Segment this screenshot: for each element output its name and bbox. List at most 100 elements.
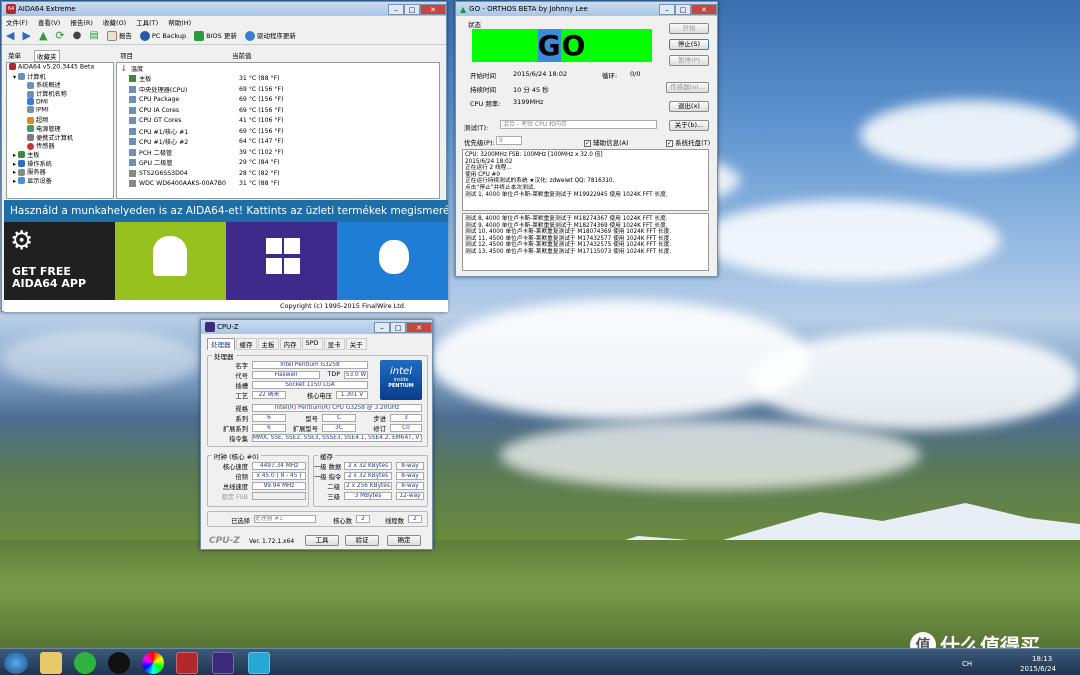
- ad-panel-app[interactable]: ⚙ GET FREE AIDA64 APP: [4, 222, 115, 300]
- tree-item[interactable]: 便携式计算机: [7, 133, 113, 142]
- column-item[interactable]: 项目: [120, 50, 133, 60]
- language-indicator[interactable]: CH: [962, 660, 972, 668]
- menu-report[interactable]: 报告(R): [70, 17, 93, 27]
- selection-bar: 已选择 处理器 #1 核心数 2 线程数 2: [207, 511, 428, 527]
- maximize-button[interactable]: □: [390, 321, 406, 333]
- promo-banner[interactable]: Használd a munkahelyeden is az AIDA64-et…: [4, 200, 448, 222]
- tree-item[interactable]: ▸ 主板: [7, 150, 113, 159]
- stop-button[interactable]: 停止(S): [669, 39, 709, 50]
- menu-tools[interactable]: 工具(T): [136, 17, 158, 27]
- clock-date[interactable]: 2015/6/24: [1020, 665, 1056, 673]
- promo-ads[interactable]: ⚙ GET FREE AIDA64 APP: [4, 222, 448, 300]
- up-arrow-icon[interactable]: ▲: [39, 29, 47, 42]
- report-button[interactable]: 报告: [106, 30, 132, 41]
- sensor-row[interactable]: STS2G6SS3D04 28 °C (82 °F): [117, 168, 439, 179]
- menu-view[interactable]: 查看(V): [38, 17, 61, 27]
- menu-file[interactable]: 文件(F): [6, 17, 28, 27]
- clock-time[interactable]: 18:13: [1032, 655, 1052, 663]
- tree-item[interactable]: ▸ 显示设备: [7, 176, 113, 185]
- user-icon[interactable]: ●: [73, 30, 82, 41]
- sensor-row[interactable]: WDC WD6400AAKS-00A7B0 31 °C (88 °F): [117, 179, 439, 190]
- test-select[interactable]: 混合 - 考验 CPU 和内存: [500, 120, 657, 129]
- close-button[interactable]: ✕: [691, 3, 717, 15]
- exit-button[interactable]: 退出(x): [669, 101, 709, 112]
- minimize-button[interactable]: –: [388, 3, 404, 15]
- tools-button[interactable]: 工具: [305, 535, 339, 546]
- tab-favorites[interactable]: 收藏夹: [34, 50, 60, 62]
- tab-menu[interactable]: 菜单: [8, 50, 21, 60]
- bios-update-button[interactable]: BIOS 更新: [194, 30, 237, 41]
- tree-item[interactable]: DMI: [7, 97, 113, 107]
- ad-panel-windows[interactable]: [226, 222, 337, 300]
- close-button[interactable]: ✕: [420, 3, 446, 15]
- tab-processor[interactable]: 处理器: [207, 338, 235, 350]
- sensor-row[interactable]: CPU #1/核心 #2 64 °C (147 °F): [117, 137, 439, 148]
- tree-item[interactable]: 超频: [7, 115, 113, 124]
- sensor-row[interactable]: 主板 31 °C (88 °F): [117, 74, 439, 85]
- tree-item[interactable]: 电源管理: [7, 124, 113, 133]
- close-button[interactable]: ✕: [406, 321, 432, 333]
- tree-item[interactable]: IPMI: [7, 106, 113, 115]
- maximize-button[interactable]: □: [404, 3, 420, 15]
- explorer-icon[interactable]: [40, 652, 62, 674]
- sensor-row[interactable]: CPU Package 69 °C (156 °F): [117, 95, 439, 106]
- tab-mainboard[interactable]: 主板: [257, 338, 279, 350]
- back-arrow-icon[interactable]: ◀: [6, 29, 14, 42]
- orthos-taskbar-icon[interactable]: [248, 652, 270, 674]
- about-button[interactable]: 关于(b)...: [669, 120, 709, 131]
- menu-help[interactable]: 帮助(H): [168, 17, 191, 27]
- pause-button[interactable]: 暂停(P): [669, 55, 709, 66]
- tab-about[interactable]: 关于: [345, 338, 367, 350]
- cpuz-taskbar-icon[interactable]: [212, 652, 234, 674]
- tree-item[interactable]: AIDA64 v5.20.3445 Beta: [7, 63, 113, 72]
- wechat-icon[interactable]: [74, 652, 96, 674]
- sensor-row[interactable]: PCH 二极管 39 °C (102 °F): [117, 147, 439, 158]
- minimize-button[interactable]: –: [374, 321, 390, 333]
- tree-item[interactable]: 传感器: [7, 141, 113, 150]
- forward-arrow-icon[interactable]: ▶: [22, 29, 30, 42]
- aux-info-checkbox[interactable]: ✓ 辅助信息(A): [584, 137, 629, 147]
- orthos-titlebar[interactable]: ▲ GO - ORTHOS BETA by Johnny Lee – □ ✕: [456, 2, 717, 16]
- start-button[interactable]: 开始: [669, 23, 709, 34]
- refresh-icon[interactable]: ⟳: [55, 29, 64, 42]
- priority-select[interactable]: 9: [496, 136, 522, 145]
- tree-item[interactable]: ▸ 操作系统: [7, 159, 113, 168]
- ok-button[interactable]: 确定: [387, 535, 421, 546]
- menu-favorites[interactable]: 收藏(O): [103, 17, 126, 27]
- sensor-row[interactable]: CPU #1/核心 #1 69 °C (156 °F): [117, 126, 439, 137]
- sensor-row[interactable]: CPU IA Cores 69 °C (156 °F): [117, 105, 439, 116]
- tab-cache[interactable]: 缓存: [235, 338, 257, 350]
- ad-panel-android[interactable]: [115, 222, 226, 300]
- column-value[interactable]: 当前值: [232, 50, 252, 60]
- tab-spd[interactable]: SPD: [301, 338, 323, 350]
- pc-backup-button[interactable]: PC Backup: [139, 30, 186, 41]
- cores-label: 核心数: [333, 518, 352, 525]
- aida64-taskbar-icon[interactable]: [176, 652, 198, 674]
- tab-memory[interactable]: 内存: [279, 338, 301, 350]
- validate-button[interactable]: 验证: [345, 535, 379, 546]
- log-panel-tests[interactable]: 测试 8, 4000 单位卢卡斯-莱默重复测试于 M18274367 使用 10…: [462, 213, 709, 271]
- tree-item[interactable]: 计算机名称: [7, 89, 113, 98]
- ad-panel-apple[interactable]: [337, 222, 448, 300]
- minimize-button[interactable]: –: [659, 3, 675, 15]
- cpuz-titlebar[interactable]: CPU-Z – □ ✕: [201, 320, 432, 334]
- qq-icon[interactable]: [108, 652, 130, 674]
- tree-item[interactable]: 系统概述: [7, 80, 113, 89]
- start-button[interactable]: [4, 652, 28, 674]
- sensors-button[interactable]: 传感器(e)...: [666, 82, 709, 93]
- color-app-icon[interactable]: [142, 652, 164, 674]
- chart-icon[interactable]: ▤: [89, 30, 98, 41]
- tree-item[interactable]: ▸ 服务器: [7, 167, 113, 176]
- aida64-titlebar[interactable]: 64 AIDA64 Extreme – □ ✕: [2, 2, 446, 16]
- system-tray-checkbox[interactable]: ✓ 系统托盘(T): [666, 137, 710, 147]
- sensor-row[interactable]: GPU 二极管 29 °C (84 °F): [117, 158, 439, 169]
- priority-label: 优先级(P):: [464, 139, 495, 147]
- log-panel-info[interactable]: CPU: 3200MHz FSB: 100MHz [100MHz x 32.0 …: [462, 149, 709, 211]
- sensor-row[interactable]: CPU GT Cores 41 °C (106 °F): [117, 116, 439, 127]
- processor-select[interactable]: 处理器 #1: [254, 515, 316, 523]
- maximize-button[interactable]: □: [675, 3, 691, 15]
- sensor-row[interactable]: 中央处理器(CPU) 69 °C (156 °F): [117, 84, 439, 95]
- driver-update-button[interactable]: 驱动程序更新: [244, 30, 296, 41]
- tab-graphics[interactable]: 显卡: [323, 338, 345, 350]
- tree-item[interactable]: ▾ 计算机: [7, 72, 113, 81]
